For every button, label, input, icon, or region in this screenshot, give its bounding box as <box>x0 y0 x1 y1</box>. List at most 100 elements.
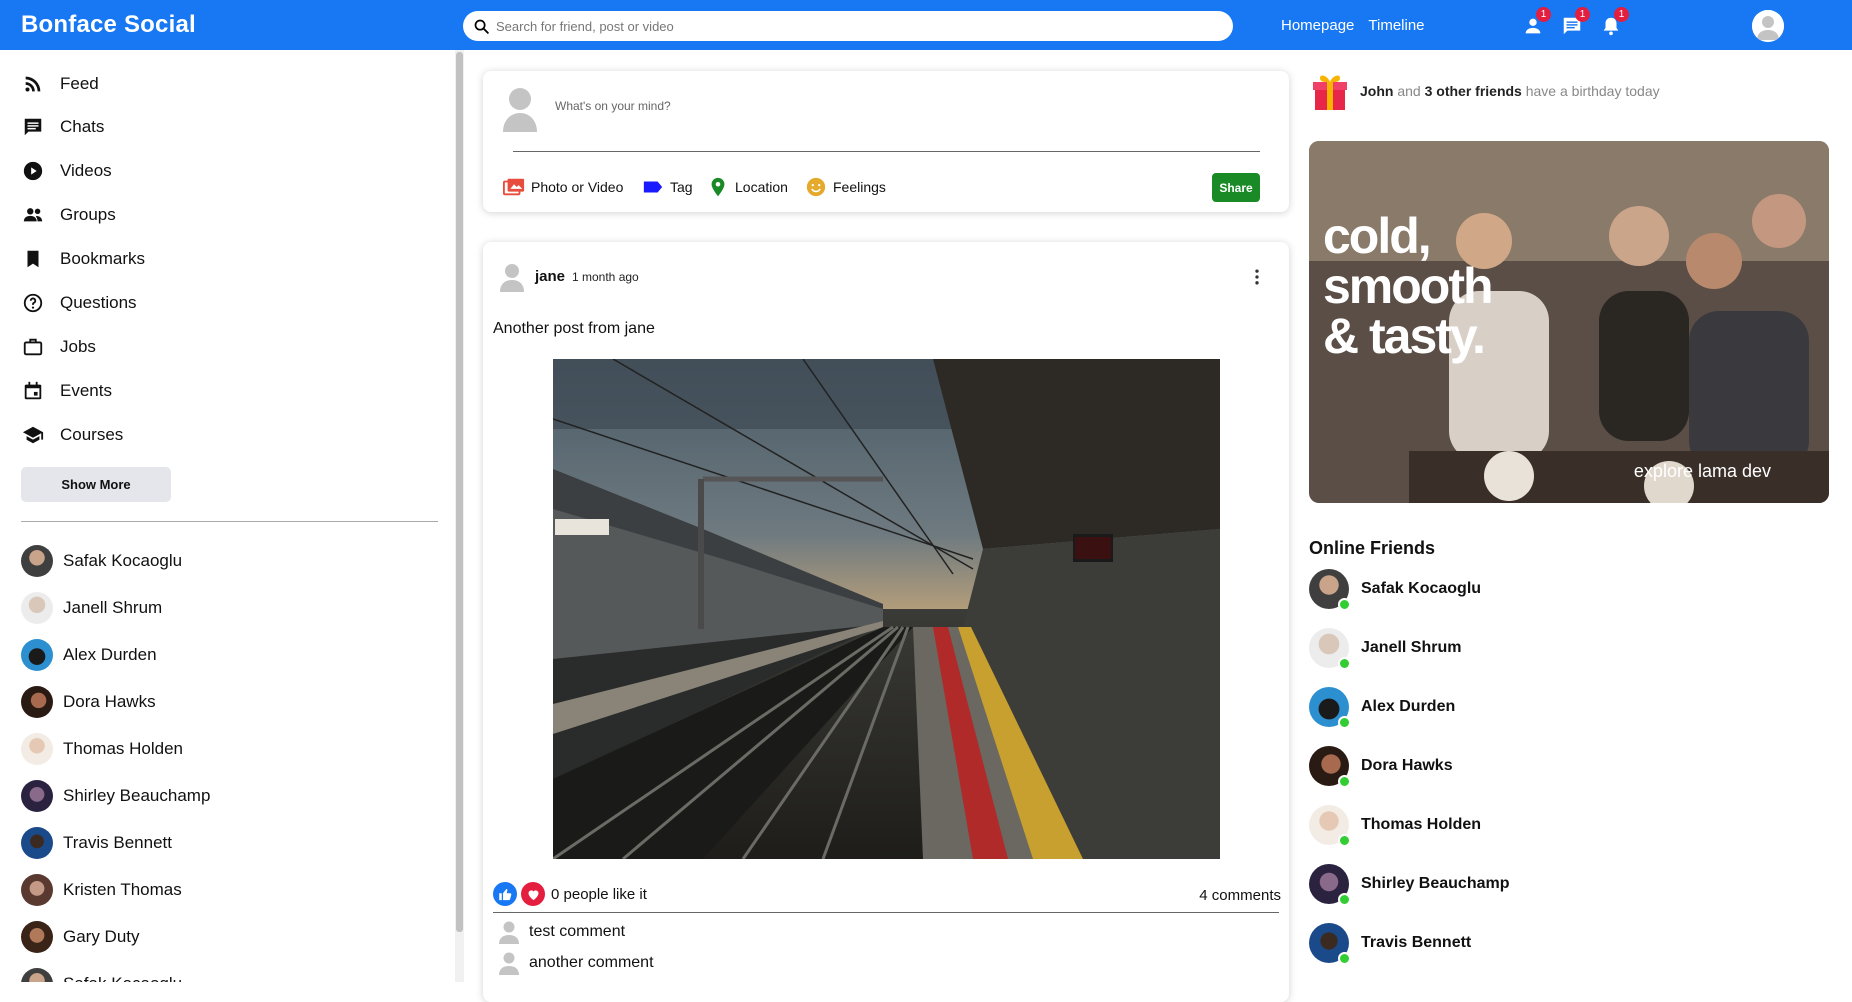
online-status-dot <box>1338 952 1351 965</box>
scrollbar-thumb[interactable] <box>456 52 463 932</box>
friend-list-item[interactable]: Shirley Beauchamp <box>21 780 210 812</box>
friend-name: Shirley Beauchamp <box>63 786 211 805</box>
comment-count[interactable]: 4 comments <box>1199 887 1281 904</box>
friend-list-item[interactable]: Safak Kocaoglu <box>21 545 182 577</box>
online-friend-item[interactable]: Janell Shrum <box>1309 628 1462 670</box>
online-status-dot <box>1338 834 1351 847</box>
ad-tagline: explore lama dev <box>1633 461 1771 481</box>
online-status-dot <box>1338 716 1351 729</box>
profile-avatar[interactable] <box>1752 10 1784 42</box>
avatar[interactable] <box>497 262 527 292</box>
default-avatar-icon <box>500 264 524 292</box>
friend-list-item[interactable]: Safak Kocaoglu <box>21 968 182 982</box>
sidebar-item-chats[interactable]: Chats <box>22 116 104 138</box>
post-image[interactable] <box>553 359 1220 859</box>
post-text: Another post from jane <box>493 320 655 337</box>
online-friend-item[interactable]: Thomas Holden <box>1309 805 1481 847</box>
notifications-button[interactable]: 1 <box>1598 7 1629 39</box>
comment-item: another comment <box>497 951 654 975</box>
avatar <box>21 639 53 671</box>
avatar <box>21 733 53 765</box>
play-circle-icon <box>23 161 43 181</box>
default-avatar-icon <box>499 952 519 975</box>
share-button[interactable]: Share <box>1212 173 1260 202</box>
friend-list-item[interactable]: Travis Bennett <box>21 827 172 859</box>
sidebar-item-label: Chats <box>60 117 105 136</box>
friend-requests-button[interactable]: 1 <box>1520 7 1551 39</box>
ad-headline: cold, smooth & tasty. <box>1323 208 1494 364</box>
friend-list-item[interactable]: Alex Durden <box>21 639 157 671</box>
search-bar[interactable] <box>463 11 1233 41</box>
timeline-link[interactable]: Timeline <box>1368 17 1424 34</box>
online-status-dot <box>1338 893 1351 906</box>
sidebar-item-courses[interactable]: Courses <box>22 424 123 446</box>
sidebar-item-label: Bookmarks <box>60 249 146 268</box>
friend-list-item[interactable]: Kristen Thomas <box>21 874 182 906</box>
bookmark-icon <box>27 250 39 268</box>
sidebar-item-label: Feed <box>60 74 99 93</box>
friend-name: Gary Duty <box>63 927 140 946</box>
post-timestamp: 1 month ago <box>572 270 639 284</box>
sidebar-item-bookmarks[interactable]: Bookmarks <box>22 248 145 270</box>
page-scrollbar[interactable] <box>1842 50 1852 982</box>
friend-name: Safak Kocaoglu <box>1361 580 1482 597</box>
sidebar-scrollbar[interactable] <box>455 50 464 982</box>
like-icon[interactable] <box>493 882 517 906</box>
divider <box>493 912 1279 913</box>
friend-name: Janell Shrum <box>1361 639 1462 656</box>
avatar <box>21 874 53 906</box>
heart-icon[interactable] <box>521 882 545 906</box>
avatar <box>21 827 53 859</box>
friend-name: Dora Hawks <box>1361 757 1453 774</box>
sidebar-item-events[interactable]: Events <box>22 380 112 402</box>
friend-list-item[interactable]: Gary Duty <box>21 921 140 953</box>
default-avatar-icon <box>499 921 519 944</box>
school-icon <box>22 426 44 444</box>
sidebar-item-videos[interactable]: Videos <box>22 160 112 182</box>
ad-banner[interactable]: cold, smooth & tasty. explore lama dev <box>1309 141 1829 503</box>
left-sidebar: Feed Chats Videos Groups Bookmarks Quest… <box>0 50 455 982</box>
messages-button[interactable]: 1 <box>1559 7 1590 39</box>
more-vert-button[interactable] <box>1247 266 1267 288</box>
photo-video-option[interactable]: Photo or Video <box>503 176 623 198</box>
online-status-dot <box>1338 775 1351 788</box>
like-count: 0 people like it <box>551 886 647 903</box>
online-friend-item[interactable]: Travis Bennett <box>1309 923 1471 965</box>
online-friend-item[interactable]: Safak Kocaoglu <box>1309 569 1482 611</box>
post-input[interactable] <box>555 99 1155 113</box>
online-friend-item[interactable]: Shirley Beauchamp <box>1309 864 1510 906</box>
divider <box>21 521 438 522</box>
friend-name: Safak Kocaoglu <box>63 551 183 570</box>
sidebar-item-label: Courses <box>60 425 124 444</box>
feelings-option[interactable]: Feelings <box>805 176 886 198</box>
sidebar-item-groups[interactable]: Groups <box>22 204 116 226</box>
sidebar-item-jobs[interactable]: Jobs <box>22 336 96 358</box>
friend-name: Alex Durden <box>1361 698 1456 715</box>
avatar <box>21 686 53 718</box>
event-icon <box>24 381 42 400</box>
friend-list-item[interactable]: Thomas Holden <box>21 733 183 765</box>
app-logo[interactable]: Bonface Social <box>21 11 196 39</box>
location-option[interactable]: Location <box>707 176 788 198</box>
search-icon <box>474 19 489 34</box>
avatar <box>21 968 53 982</box>
group-icon <box>23 208 43 222</box>
friend-list-item[interactable]: Janell Shrum <box>21 592 162 624</box>
friend-name: Safak Kocaoglu <box>63 974 182 982</box>
sidebar-item-label: Groups <box>60 205 116 224</box>
homepage-link[interactable]: Homepage <box>1281 17 1354 34</box>
sidebar-item-feed[interactable]: Feed <box>22 73 99 95</box>
search-input[interactable] <box>496 18 1196 34</box>
tag-option[interactable]: Tag <box>642 176 693 198</box>
online-friends-title: Online Friends <box>1309 538 1436 558</box>
online-friend-item[interactable]: Alex Durden <box>1309 687 1456 729</box>
sidebar-item-questions[interactable]: Questions <box>22 292 137 314</box>
sidebar-item-label: Jobs <box>60 337 96 356</box>
friend-name: Janell Shrum <box>63 598 163 617</box>
birthday-name: John <box>1360 83 1394 99</box>
show-more-button[interactable]: Show More <box>21 467 171 502</box>
friend-list-item[interactable]: Dora Hawks <box>21 686 156 718</box>
comment-text: test comment <box>529 923 626 940</box>
online-friend-item[interactable]: Dora Hawks <box>1309 746 1453 788</box>
post-username[interactable]: jane <box>535 268 565 285</box>
